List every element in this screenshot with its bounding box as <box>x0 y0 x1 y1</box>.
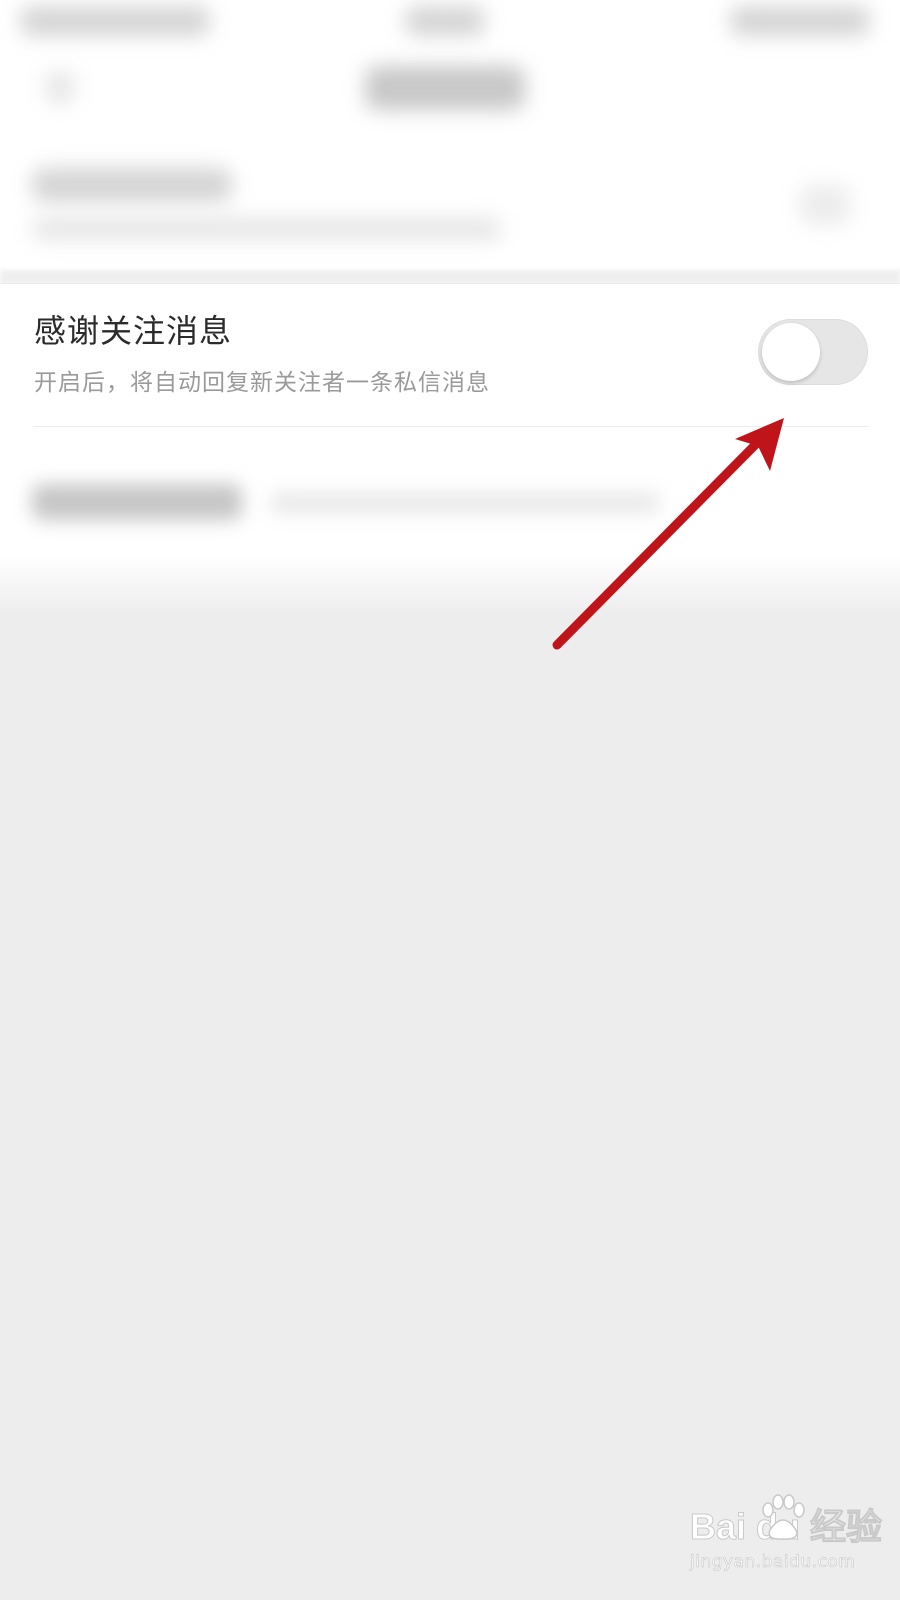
settings-card: 感谢关注消息 开启后，将自动回复新关注者一条私信消息 <box>0 284 900 614</box>
setting-description: 开启后，将自动回复新关注者一条私信消息 <box>34 370 490 396</box>
blurred-setting-desc <box>32 218 502 240</box>
blurred-setting-title <box>32 168 232 202</box>
blurred-setting-chevron <box>800 185 850 225</box>
section-separator <box>0 270 900 283</box>
blurred-page-title <box>365 66 525 110</box>
watermark-site: jingyan.baidu.com <box>690 1552 856 1573</box>
blurred-status-center <box>405 6 485 36</box>
blurred-row-desc <box>270 492 660 514</box>
row-divider <box>33 426 869 427</box>
thanks-follow-setting-row: 感谢关注消息 开启后，将自动回复新关注者一条私信消息 <box>0 284 900 426</box>
blurred-back-icon <box>45 70 75 104</box>
blurred-setting-row <box>0 444 900 554</box>
toggle-knob <box>762 323 820 381</box>
blurred-status-left <box>20 6 210 36</box>
setting-title: 感谢关注消息 <box>34 312 233 350</box>
blurred-row-title <box>32 484 242 520</box>
blurred-status-right <box>730 6 870 36</box>
thanks-follow-toggle[interactable] <box>758 319 868 385</box>
paw-icon <box>762 1494 805 1540</box>
baidu-jingyan-watermark: Bai du 经验 jingyan.baidu.com <box>689 1494 890 1588</box>
blurred-header-region <box>0 0 900 283</box>
